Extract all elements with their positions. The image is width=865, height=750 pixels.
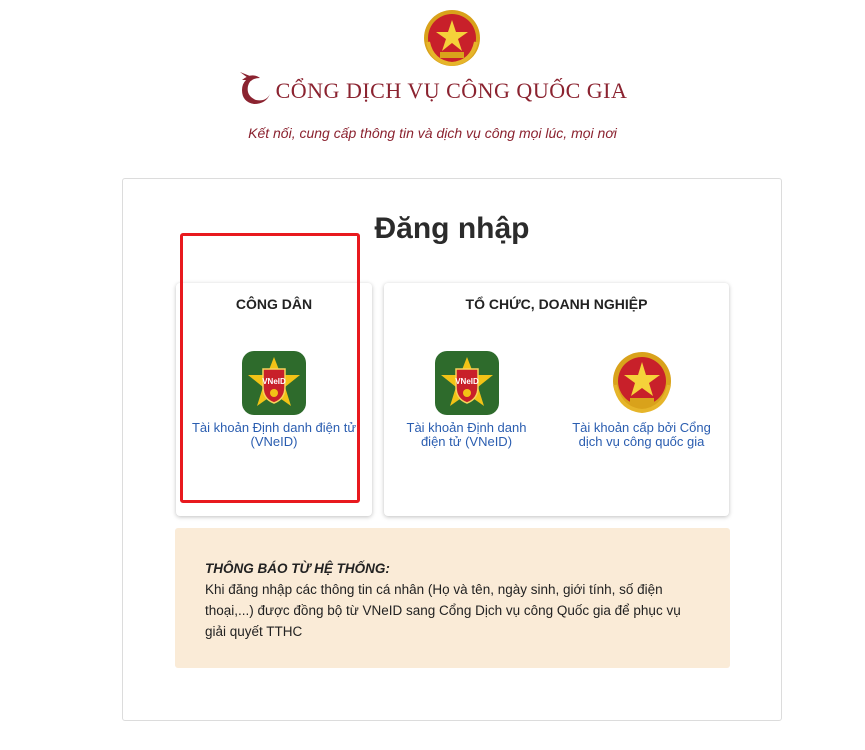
system-notice: THÔNG BÁO TỪ HỆ THỐNG: Khi đăng nhập các… bbox=[175, 528, 730, 668]
brand-title: CỔNG DỊCH VỤ CÔNG QUỐC GIA bbox=[238, 70, 628, 106]
notice-body: Khi đăng nhập các thông tin cá nhân (Họ … bbox=[205, 582, 681, 639]
organization-vneid-label[interactable]: Tài khoản Định danh điện tử (VNeID) bbox=[407, 420, 527, 449]
login-card: Đăng nhập CÔNG DÂN VNeID Tài khoản Định … bbox=[122, 178, 782, 721]
citizen-heading: CÔNG DÂN bbox=[235, 296, 313, 312]
national-emblem-icon bbox=[424, 10, 480, 67]
national-emblem-icon bbox=[612, 352, 671, 414]
login-title: Đăng nhập bbox=[374, 212, 530, 245]
svg-text:VNeID: VNeID bbox=[262, 377, 286, 386]
organization-portal-label[interactable]: Tài khoản cấp bởi Cổng dịch vụ công quốc… bbox=[572, 420, 711, 449]
crane-logo-icon bbox=[239, 72, 270, 104]
citizen-login-panel: CÔNG DÂN VNeID Tài khoản Định danh điện … bbox=[176, 283, 372, 516]
organization-login-panel: TỔ CHỨC, DOANH NGHIỆP VNeID Tài khoản Đị… bbox=[384, 283, 729, 516]
organization-portal-login-option[interactable]: Tài khoản cấp bởi Cổng dịch vụ công quốc… bbox=[564, 351, 719, 449]
brand-title-text: CỔNG DỊCH VỤ CÔNG QUỐC GIA bbox=[275, 78, 628, 103]
organization-heading: TỔ CHỨC, DOANH NGHIỆP bbox=[465, 296, 648, 312]
svg-text:VNeID: VNeID bbox=[455, 377, 479, 386]
vneid-icon: VNeID bbox=[242, 351, 306, 415]
citizen-vneid-label[interactable]: Tài khoản Định danh điện tử (VNeID) bbox=[192, 420, 356, 449]
brand-header: CỔNG DỊCH VỤ CÔNG QUỐC GIA bbox=[0, 70, 865, 111]
organization-vneid-login-option[interactable]: VNeID Tài khoản Định danh điện tử (VNeID… bbox=[399, 351, 534, 449]
vneid-icon: VNeID bbox=[434, 351, 499, 415]
citizen-vneid-login-option[interactable]: VNeID Tài khoản Định danh điện tử (VNeID… bbox=[186, 351, 362, 449]
tagline: Kết nối, cung cấp thông tin và dịch vụ c… bbox=[248, 125, 617, 141]
notice-title: THÔNG BÁO TỪ HỆ THỐNG: bbox=[205, 561, 390, 576]
